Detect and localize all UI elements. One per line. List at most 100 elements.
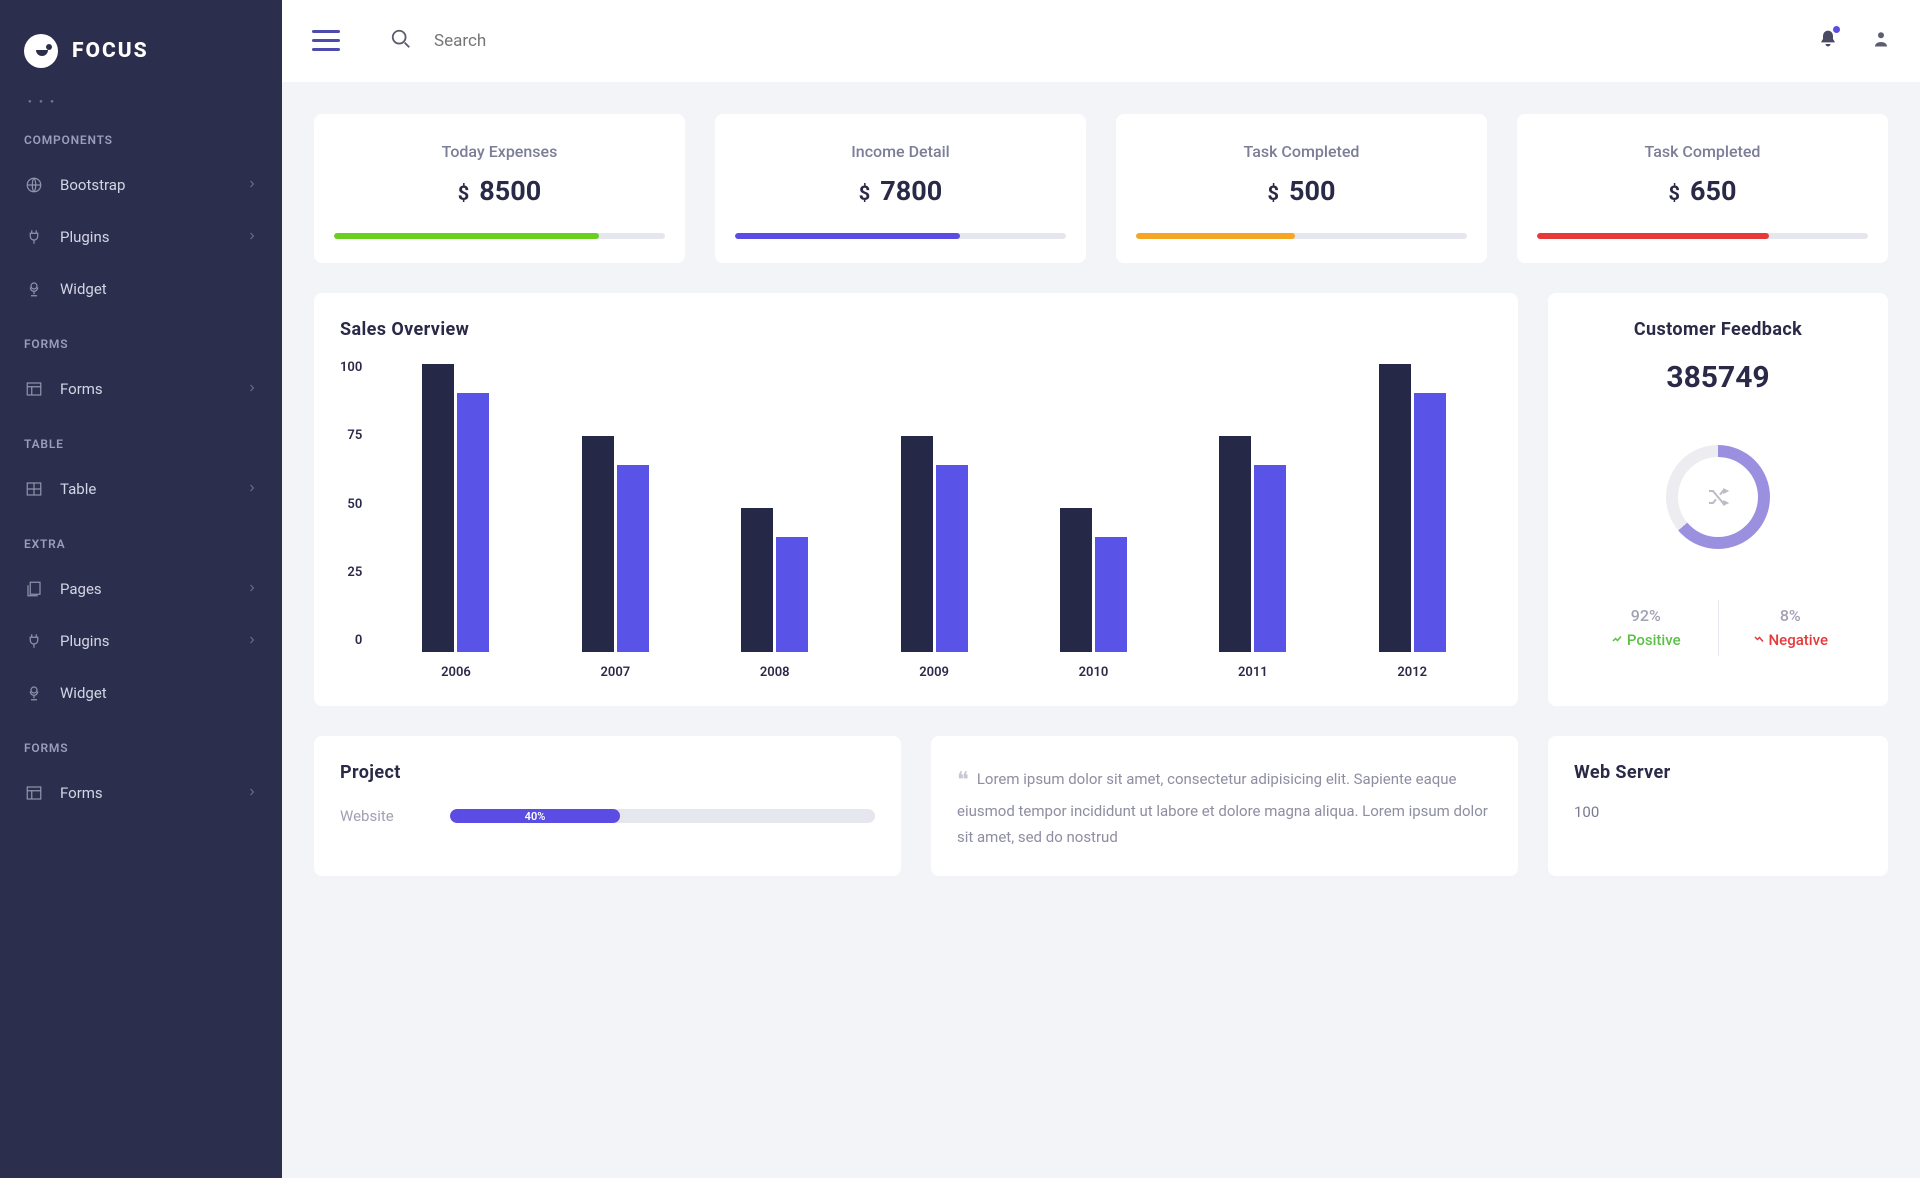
project-progress: 40% [450,809,875,823]
section-label: TABLE [0,415,282,463]
y-tick: 75 [347,428,362,443]
grid-icon [24,479,44,499]
copy-icon [24,579,44,599]
web-server-card: Web Server 100 [1548,736,1888,876]
bar-group [741,508,808,652]
section-label: COMPONENTS [0,111,282,159]
stat-value: $7800 [735,175,1066,207]
y-tick: 25 [347,565,362,580]
stats-row: Today Expenses$8500 Income Detail $7800 Tas… [314,114,1888,263]
stat-card: Income Detail $7800 [715,114,1086,263]
stat-title: Task Completed [1537,142,1868,161]
globe-icon [24,175,44,195]
chevron-right-icon [246,580,258,598]
positive-label: Positive [1611,631,1681,649]
stat-progress [334,233,665,239]
x-tick: 2006 [441,665,471,680]
logo[interactable]: FOCUS [0,20,282,82]
search-icon[interactable] [390,28,412,54]
mic-icon [24,683,44,703]
stat-title: Today Expenses [334,142,665,161]
stat-value: $650 [1537,175,1868,207]
search-input[interactable] [434,31,1818,51]
user-icon[interactable] [1872,29,1890,53]
bar [1414,393,1446,652]
x-tick: 2009 [919,665,949,680]
bar [1379,364,1411,652]
bar [936,465,968,652]
bar-group [1060,508,1127,652]
brand-label: FOCUS [72,39,149,63]
bar-group [1219,436,1286,652]
menu-toggle-icon[interactable] [312,30,340,52]
stat-card: Task Completed$500 [1116,114,1487,263]
bar-group [1379,364,1446,652]
main: Today Expenses$8500 Income Detail $7800 Tas… [282,0,1920,1178]
layout-icon [24,379,44,399]
project-title: Project [340,762,875,783]
notifications-icon[interactable] [1818,28,1838,54]
y-tick: 100 [340,360,362,375]
chevron-right-icon [246,176,258,194]
sidebar-item-table[interactable]: Table [0,463,282,515]
bar [1219,436,1251,652]
sidebar-item-bootstrap[interactable]: Bootstrap [0,159,282,211]
y-tick: 50 [347,497,362,512]
chevron-right-icon [246,784,258,802]
bar [1254,465,1286,652]
sidebar-item-forms[interactable]: Forms [0,767,282,819]
sales-overview-card: Sales Overview 100 75 50 25 0 2006 2007 2008 20… [314,293,1518,706]
sidebar-item-label: Plugins [60,228,109,246]
x-tick: 2012 [1397,665,1427,680]
stat-progress [735,233,1066,239]
sidebar-item-forms[interactable]: Forms [0,363,282,415]
sidebar-item-widget[interactable]: Widget [0,667,282,719]
stat-progress [1136,233,1467,239]
sidebar-item-plugins[interactable]: Plugins [0,615,282,667]
bar-group [422,364,489,652]
quote-icon: ❝ [957,768,969,793]
chevron-right-icon [246,480,258,498]
x-tick: 2007 [600,665,630,680]
bar [901,436,933,652]
x-tick: 2011 [1238,665,1268,680]
sidebar-item-pages[interactable]: Pages [0,563,282,615]
bar [422,364,454,652]
feedback-progress-circle [1666,445,1770,549]
bar [582,436,614,652]
feedback-title: Customer Feedback [1574,319,1862,340]
sidebar-item-label: Plugins [60,632,109,650]
section-label: FORMS [0,719,282,767]
stat-title: Income Detail [735,142,1066,161]
sidebar-item-plugins[interactable]: Plugins [0,211,282,263]
stat-title: Task Completed [1136,142,1467,161]
bar [1095,537,1127,652]
plug-icon [24,227,44,247]
section-label: EXTRA [0,515,282,563]
logo-icon [24,34,58,68]
chevron-right-icon [246,228,258,246]
stat-progress [1537,233,1868,239]
topbar [282,0,1920,82]
stat-card: Today Expenses$8500 [314,114,685,263]
bar [776,537,808,652]
section-label: FORMS [0,315,282,363]
sidebar-item-widget[interactable]: Widget [0,263,282,315]
bar [457,393,489,652]
sidebar-item-label: Bootstrap [60,176,125,194]
sales-title: Sales Overview [340,319,1492,340]
quote-card: ❝Lorem ipsum dolor sit amet, consectetur… [931,736,1518,876]
chevron-right-icon [246,632,258,650]
stat-card: Task Completed $650 [1517,114,1888,263]
positive-pct: 92% [1580,606,1712,625]
x-tick: 2008 [760,665,790,680]
sidebar-item-label: Forms [60,380,103,398]
mic-icon [24,279,44,299]
plug-icon [24,631,44,651]
sidebar: FOCUS ● ● ● COMPONENTSBootstrapPluginsWi… [0,0,282,1178]
x-tick: 2010 [1079,665,1109,680]
project-row: Website40% [340,807,875,825]
y-tick: 0 [355,633,362,648]
sidebar-item-label: Pages [60,580,102,598]
quote-text: Lorem ipsum dolor sit amet, consectetur … [957,770,1488,846]
